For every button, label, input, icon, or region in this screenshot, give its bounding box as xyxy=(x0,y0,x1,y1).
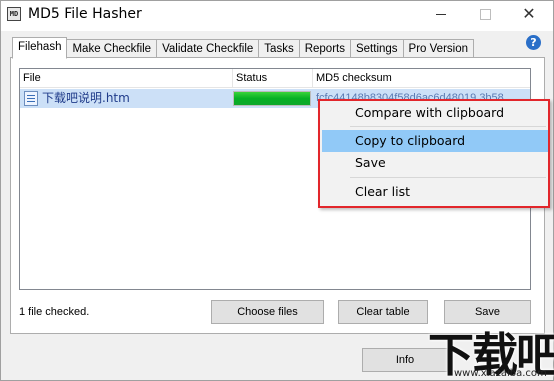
menu-item-copy-to-clipboard[interactable]: Copy to clipboard xyxy=(322,130,548,152)
minimize-button[interactable] xyxy=(426,3,456,25)
menu-item-clear-list[interactable]: Clear list xyxy=(322,181,548,203)
tab-filehash[interactable]: Filehash xyxy=(12,37,68,59)
list-header: File Status MD5 checksum xyxy=(20,69,530,88)
menu-separator xyxy=(350,177,546,178)
help-icon[interactable]: ? xyxy=(526,35,541,50)
title-bar[interactable]: MD MD5 File Hasher ✕ xyxy=(1,1,553,31)
column-header-status[interactable]: Status xyxy=(233,69,313,88)
status-text: 1 file checked. xyxy=(19,306,90,318)
window-title: MD5 File Hasher xyxy=(28,6,142,22)
tab-make-checkfile[interactable]: Make Checkfile xyxy=(66,39,158,58)
column-header-md5[interactable]: MD5 checksum xyxy=(313,69,530,88)
tab-reports[interactable]: Reports xyxy=(298,39,351,58)
maximize-button[interactable] xyxy=(470,3,500,25)
file-name: 下载吧说明.htm xyxy=(42,91,130,105)
file-icon xyxy=(24,91,38,106)
app-window: MD MD5 File Hasher ✕ Filehash Make Check… xyxy=(0,0,554,381)
watermark-url: www.xiazaiba.com xyxy=(454,368,547,379)
tab-settings[interactable]: Settings xyxy=(349,39,404,58)
close-button[interactable]: ✕ xyxy=(514,3,544,25)
app-icon: MD xyxy=(7,7,21,21)
tab-pro-version[interactable]: Pro Version xyxy=(402,39,474,58)
tab-tasks[interactable]: Tasks xyxy=(258,39,300,58)
menu-item-save[interactable]: Save xyxy=(322,152,548,174)
tab-validate-checkfile[interactable]: Validate Checkfile xyxy=(156,39,260,58)
menu-item-compare-with-clipboard[interactable]: Compare with clipboard xyxy=(322,102,548,124)
choose-files-button[interactable]: Choose files xyxy=(211,300,324,324)
watermark: 下载吧 www.xiazaiba.com xyxy=(416,319,554,381)
context-menu: Compare with clipboard Copy to clipboard… xyxy=(318,99,550,208)
status-progress-bar xyxy=(233,91,311,106)
column-header-file[interactable]: File xyxy=(20,69,233,88)
tab-strip: Filehash Make Checkfile Validate Checkfi… xyxy=(12,37,474,59)
clear-table-button[interactable]: Clear table xyxy=(338,300,428,324)
progress-fill xyxy=(234,92,310,105)
menu-separator xyxy=(350,126,546,127)
